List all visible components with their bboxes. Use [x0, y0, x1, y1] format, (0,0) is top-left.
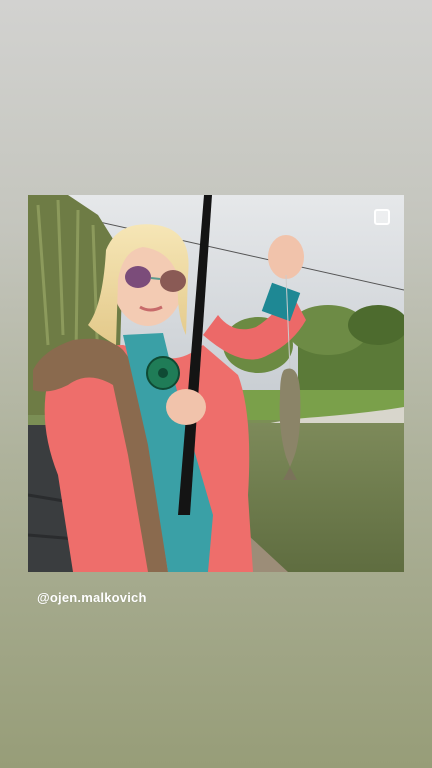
sunglasses-left [125, 266, 151, 288]
shared-post-photo[interactable] [28, 195, 404, 572]
image-square-icon[interactable] [374, 209, 390, 225]
user-mention-link[interactable]: @ojen.malkovich [37, 590, 147, 605]
fishing-photo [28, 195, 404, 572]
rod-hand [166, 389, 206, 425]
story-viewer: @ojen.malkovich [0, 0, 432, 768]
raised-hand [268, 235, 304, 279]
sunglasses-right [160, 270, 186, 292]
